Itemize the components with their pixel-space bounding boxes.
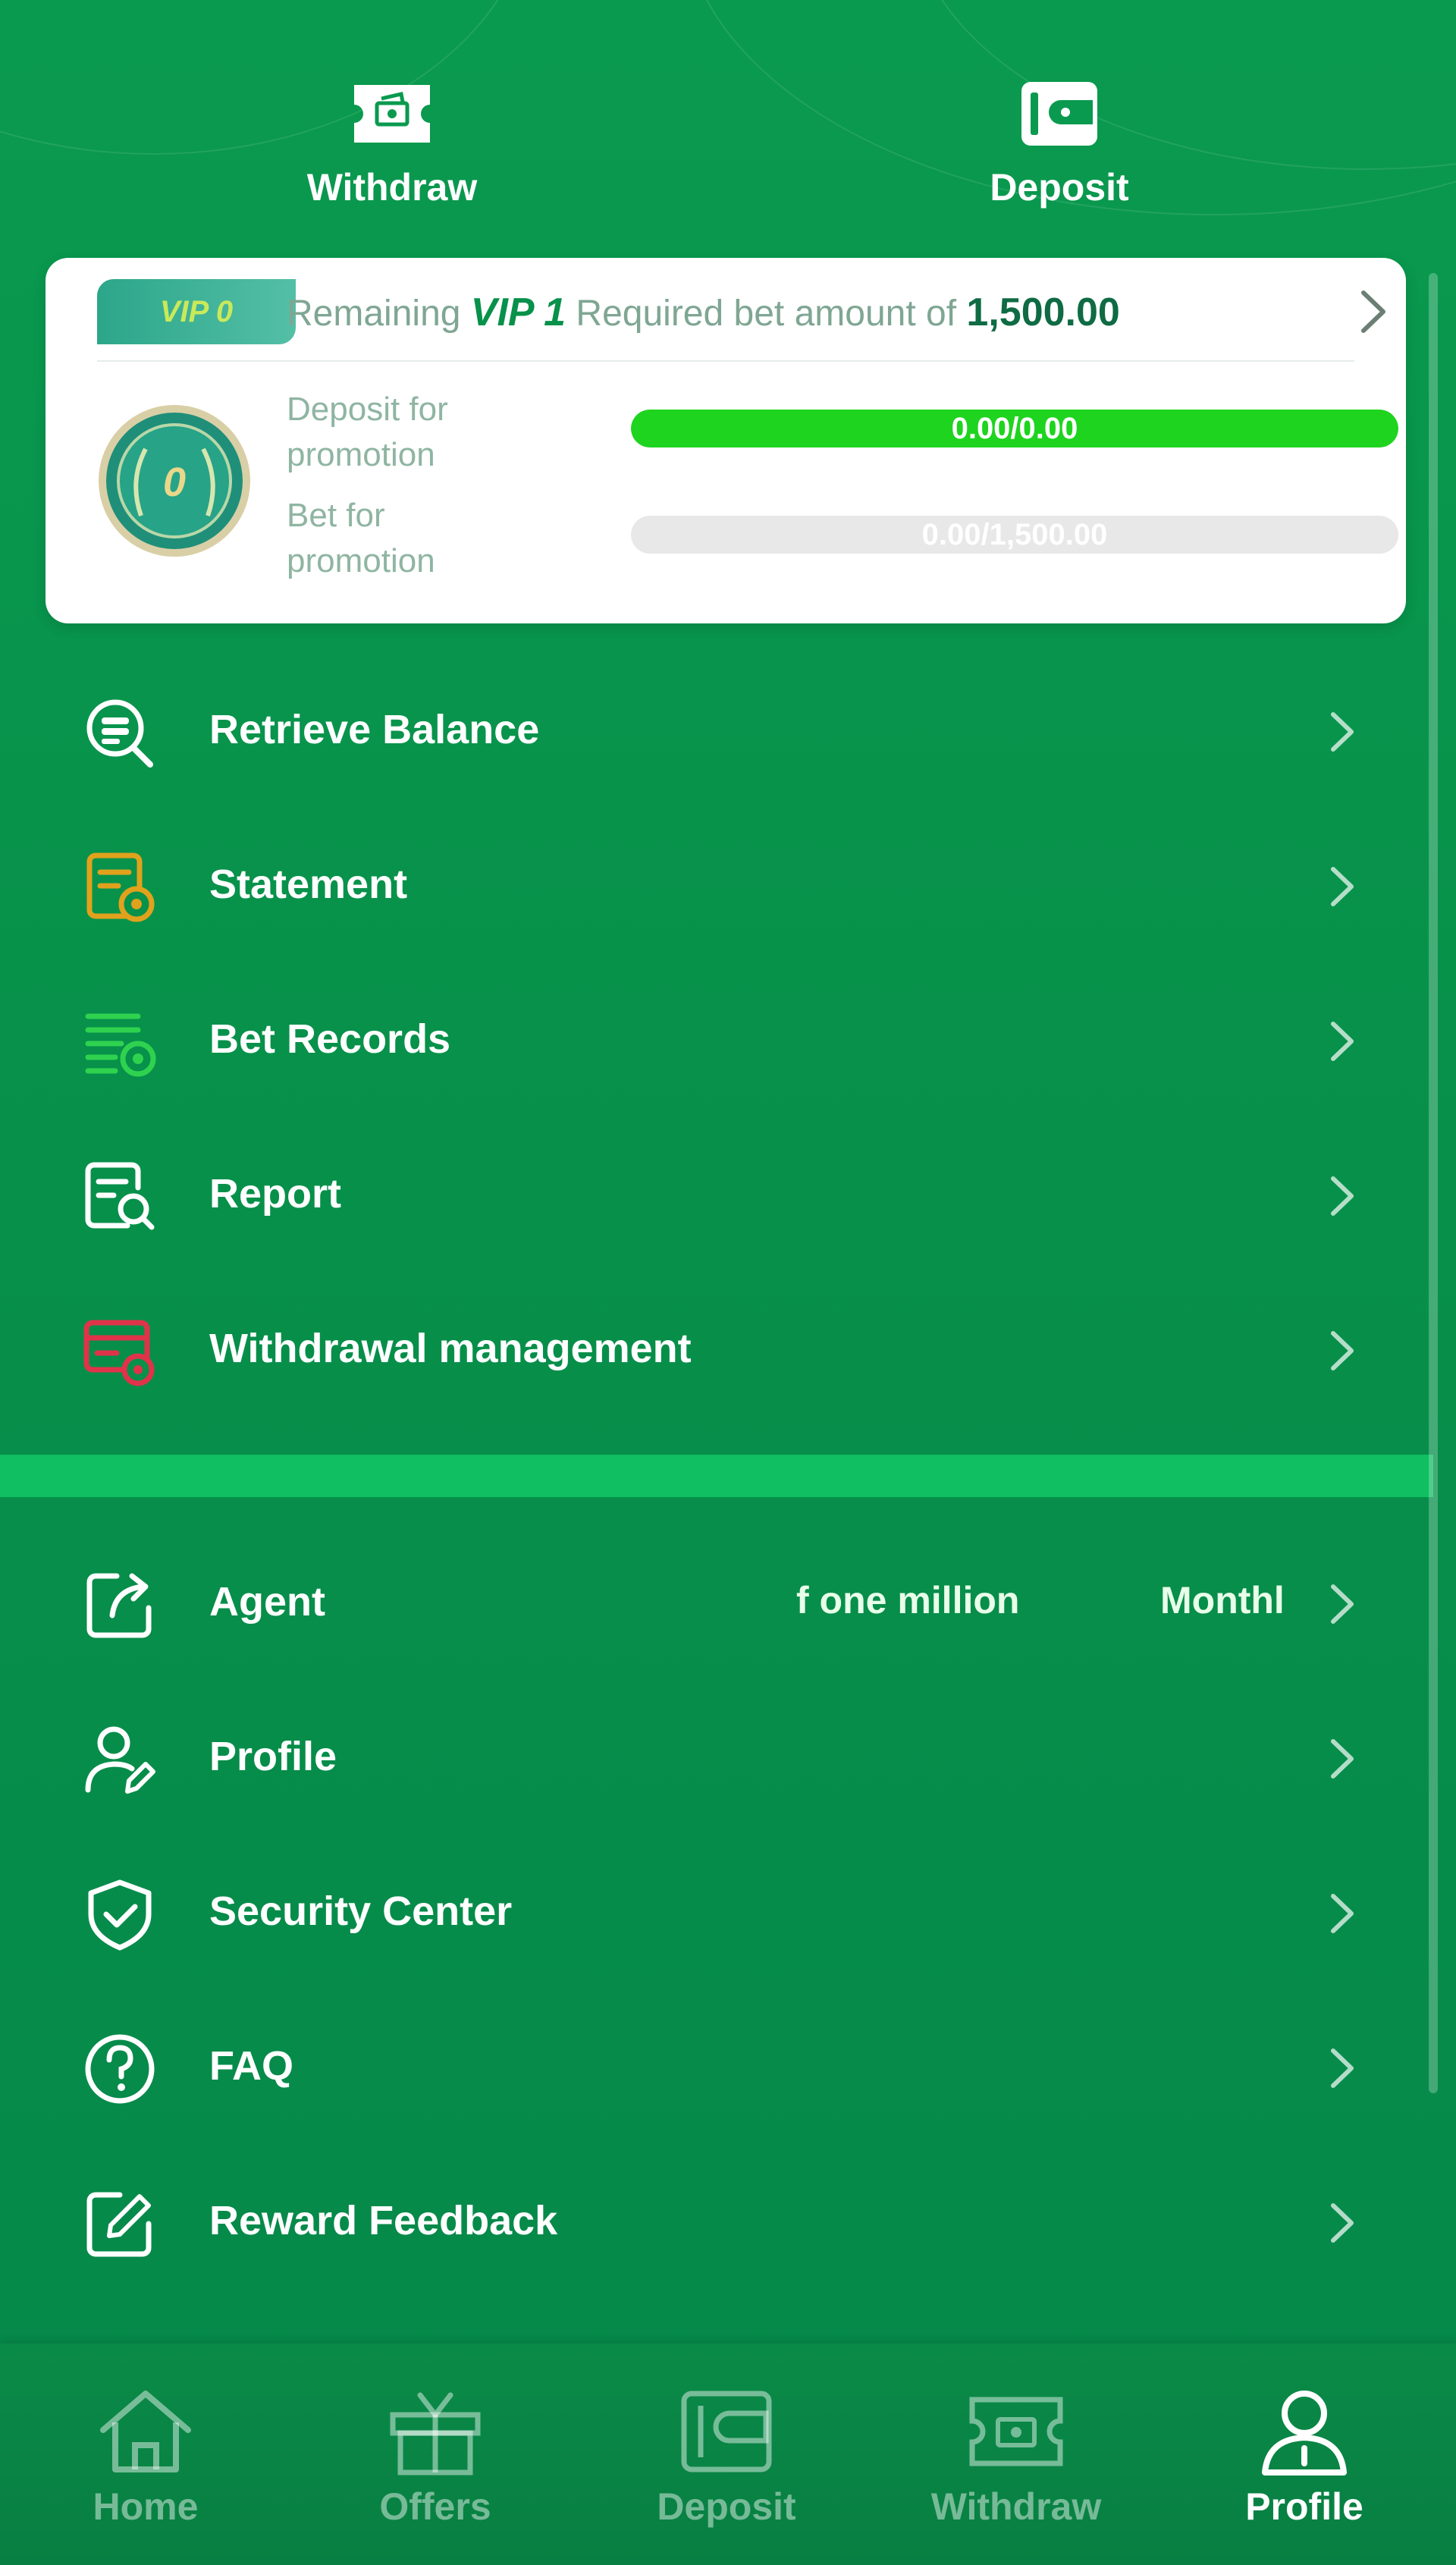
gift-icon [390, 2392, 481, 2476]
menu-item-retrieve-balance[interactable]: Retrieve Balance [0, 669, 1433, 790]
home-icon [100, 2391, 191, 2472]
nav-withdraw[interactable]: Withdraw [902, 2344, 1130, 2565]
nav-profile[interactable]: Profile [1191, 2344, 1418, 2565]
withdraw-label: Withdraw [306, 166, 478, 209]
marquee-part-2: Monthl [1160, 1579, 1285, 1622]
menu-item-reward-feedback[interactable]: Reward Feedback [0, 2160, 1433, 2281]
vip-requirement-line: Remaining VIP 1 Required bet amount of 1… [287, 282, 1272, 343]
vip-divider [97, 360, 1354, 362]
chevron-right-icon [1331, 712, 1354, 752]
scrollbar[interactable] [1429, 273, 1438, 2093]
menu-item-statement[interactable]: Statement [0, 824, 1433, 945]
nav-label: Withdraw [930, 2485, 1102, 2528]
menu-label: Reward Feedback [209, 2198, 558, 2243]
agent-marquee-text: f one million Monthl [796, 1555, 1297, 1646]
vip-badge: VIP 0 [97, 279, 296, 344]
bet-progress-bar: 0.00/1,500.00 [631, 516, 1398, 554]
share-icon [86, 1573, 152, 1638]
chevron-right-icon [1331, 1894, 1354, 1933]
top-withdraw-button[interactable]: Withdraw [256, 76, 529, 209]
bet-promotion-label: Bet for promotion [287, 497, 435, 579]
profile-edit-icon [85, 1726, 155, 1794]
vip-required-amount: 1,500.00 [966, 290, 1120, 334]
menu-label: Withdrawal management [209, 1326, 692, 1371]
wallet-icon [1021, 82, 1097, 146]
menu-item-report[interactable]: Report [0, 1133, 1433, 1254]
menu-label: FAQ [209, 2043, 294, 2089]
header-decoration [0, 0, 1456, 250]
vip-next-level: VIP 1 [470, 290, 566, 334]
menu-label: Report [209, 1171, 341, 1217]
nav-label: Home [93, 2485, 199, 2528]
user-icon [1262, 2391, 1347, 2476]
nav-label: Offers [379, 2485, 491, 2528]
chevron-right-icon [1331, 1739, 1354, 1779]
nav-deposit[interactable]: Deposit [613, 2344, 840, 2565]
menu-item-withdrawal-management[interactable]: Withdrawal management [0, 1288, 1433, 1409]
report-icon [85, 1162, 155, 1230]
menu-label: Statement [209, 862, 408, 907]
top-deposit-button[interactable]: Deposit [923, 76, 1196, 209]
nav-offers[interactable]: Offers [322, 2344, 549, 2565]
marquee-part-1: f one million [796, 1579, 1020, 1622]
menu-label: Bet Records [209, 1016, 451, 1062]
menu-item-profile[interactable]: Profile [0, 1696, 1433, 1817]
retrieve-balance-icon [86, 699, 153, 768]
deposit-progress-text: 0.00/0.00 [951, 412, 1078, 445]
shield-check-icon [88, 1879, 152, 1951]
withdraw-ticket-icon [969, 2397, 1063, 2466]
chevron-right-icon [1331, 867, 1354, 906]
chevron-right-icon [1331, 1022, 1354, 1061]
menu-label: Profile [209, 1734, 337, 1779]
bottom-navigation: Home Offers Deposit Withdraw Profile [0, 2344, 1456, 2565]
bet-progress-text: 0.00/1,500.00 [921, 518, 1108, 551]
vip-medal-icon: 0 [99, 405, 250, 557]
feedback-edit-icon [86, 2192, 152, 2257]
menu-label: Agent [209, 1579, 325, 1625]
chevron-right-icon[interactable] [1350, 285, 1395, 338]
menu-label: Retrieve Balance [209, 707, 540, 752]
menu-label: Security Center [209, 1888, 513, 1934]
chevron-right-icon [1331, 2203, 1354, 2243]
section-divider [0, 1455, 1433, 1497]
nav-label: Profile [1245, 2485, 1363, 2528]
wallet-icon [681, 2391, 772, 2472]
nav-home[interactable]: Home [32, 2344, 259, 2565]
menu-item-bet-records[interactable]: Bet Records [0, 978, 1433, 1100]
bet-records-icon [85, 1013, 156, 1077]
chevron-right-icon [1331, 1331, 1354, 1370]
deposit-promotion-label: Deposit for promotion [287, 391, 448, 473]
statement-icon [86, 852, 155, 922]
chevron-right-icon [1331, 1176, 1354, 1216]
question-icon [85, 2034, 155, 2104]
chevron-right-icon [1331, 2049, 1354, 2088]
deposit-label: Deposit [990, 166, 1129, 209]
chevron-right-icon [1331, 1584, 1354, 1624]
nav-label: Deposit [657, 2485, 796, 2528]
vip-required-text: Required bet amount of [576, 294, 957, 334]
medal-level-text: 0 [163, 460, 186, 505]
deposit-progress-bar: 0.00/0.00 [631, 410, 1398, 447]
withdrawal-management-icon [83, 1320, 155, 1386]
vip-remaining-prefix: Remaining [287, 294, 461, 334]
withdraw-ticket-icon [354, 85, 430, 143]
vip-card[interactable]: VIP 0 Remaining VIP 1 Required bet amoun… [46, 258, 1406, 623]
menu-item-security-center[interactable]: Security Center [0, 1851, 1433, 1972]
menu-item-faq[interactable]: FAQ [0, 2005, 1433, 2127]
